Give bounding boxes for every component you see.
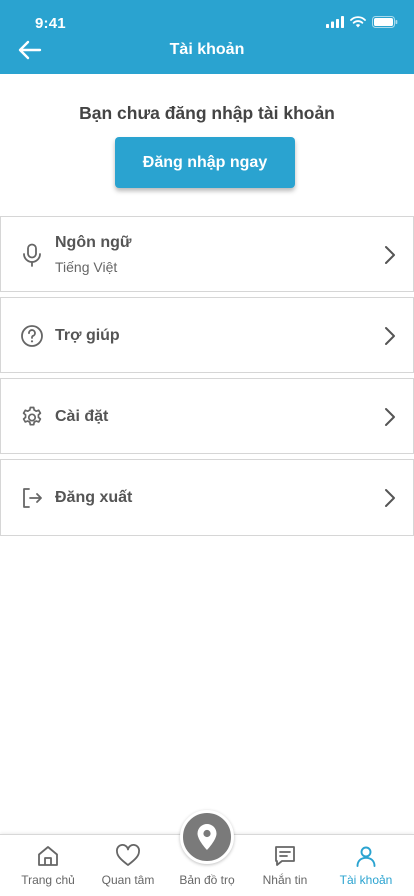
login-now-button[interactable]: Đăng nhập ngay [115, 137, 295, 188]
help-circle-icon [19, 323, 45, 349]
login-prompt-text: Bạn chưa đăng nhập tài khoản [79, 103, 335, 123]
microphone-icon [19, 242, 45, 268]
chevron-right-icon [385, 327, 395, 345]
status-bar: 9:41 [0, 0, 414, 44]
gear-icon [19, 404, 45, 430]
battery-icon [372, 16, 398, 28]
chevron-right-icon [385, 489, 395, 507]
tab-account[interactable]: Tài khoản [332, 835, 400, 896]
menu-item-label: Cài đặt [55, 408, 109, 425]
tab-label: Tài khoản [339, 873, 393, 887]
menu-item-label: Đăng xuất [55, 489, 133, 506]
tab-label: Trang chủ [21, 873, 75, 887]
tab-label: Bản đồ trọ [179, 873, 235, 887]
tab-messages[interactable]: Nhắn tin [251, 835, 319, 896]
status-time: 9:41 [35, 15, 66, 32]
user-icon [354, 843, 378, 869]
tab-label: Quan tâm [101, 873, 155, 887]
chevron-right-icon [385, 408, 395, 426]
tab-favorites[interactable]: Quan tâm [94, 835, 162, 896]
map-fab-button[interactable] [180, 810, 234, 864]
logout-icon [19, 485, 45, 511]
app-header: 9:41 Tài khoản [0, 0, 414, 74]
status-icons [326, 16, 398, 28]
cellular-signal-icon [326, 16, 344, 28]
heart-icon [115, 843, 141, 869]
menu-item-sublabel: Tiếng Việt [55, 259, 118, 275]
menu-item-language[interactable]: Ngôn ngữ Tiếng Việt [0, 216, 414, 292]
menu-item-label: Ngôn ngữ [55, 234, 132, 251]
tab-label: Nhắn tin [262, 873, 308, 887]
map-pin-icon [197, 824, 217, 850]
menu-item-label: Trợ giúp [55, 327, 120, 344]
menu-item-help[interactable]: Trợ giúp [0, 297, 414, 373]
page-title: Tài khoản [169, 41, 245, 58]
wifi-icon [350, 16, 366, 28]
home-icon [36, 843, 60, 869]
menu-item-logout[interactable]: Đăng xuất [0, 459, 414, 536]
menu-item-settings[interactable]: Cài đặt [0, 378, 414, 454]
tab-home[interactable]: Trang chủ [14, 835, 82, 896]
chevron-right-icon [385, 246, 395, 264]
chat-icon [273, 843, 297, 869]
